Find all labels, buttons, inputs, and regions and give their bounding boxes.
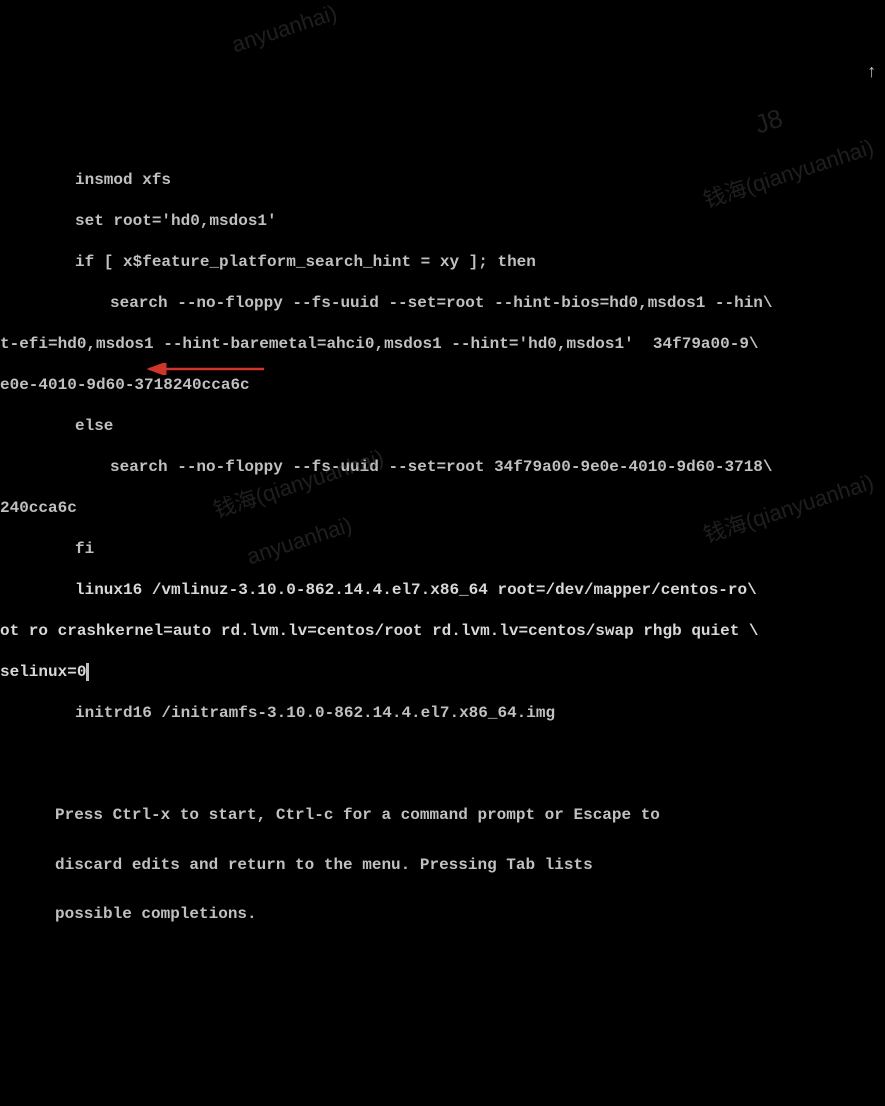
cursor xyxy=(86,663,89,681)
boot-line: t-efi=hd0,msdos1 --hint-baremetal=ahci0,… xyxy=(0,334,885,354)
boot-line-linux-cont: ot ro crashkernel=auto rd.lvm.lv=centos/… xyxy=(0,621,885,641)
boot-line: e0e-4010-9d60-3718240cca6c xyxy=(0,375,885,395)
grub-editor[interactable]: insmod xfs set root='hd0,msdos1' if [ x$… xyxy=(0,150,885,973)
watermark: J8 xyxy=(751,102,787,142)
watermark: anyuanhai) xyxy=(228,0,340,59)
scroll-up-indicator: ↑ xyxy=(866,62,877,85)
boot-line: search --no-floppy --fs-uuid --set=root … xyxy=(0,457,885,477)
boot-line: set root='hd0,msdos1' xyxy=(0,211,885,231)
boot-line-linux: linux16 /vmlinuz-3.10.0-862.14.4.el7.x86… xyxy=(0,580,885,600)
boot-line: insmod xfs xyxy=(0,170,885,190)
boot-line: if [ x$feature_platform_search_hint = xy… xyxy=(0,252,885,272)
boot-line: 240cca6c xyxy=(0,498,885,518)
help-text: Press Ctrl-x to start, Ctrl-c for a comm… xyxy=(0,743,885,952)
boot-line-initrd: initrd16 /initramfs-3.10.0-862.14.4.el7.… xyxy=(0,703,885,723)
boot-line: search --no-floppy --fs-uuid --set=root … xyxy=(0,293,885,313)
boot-line: fi xyxy=(0,539,885,559)
boot-line: else xyxy=(0,416,885,436)
boot-line-selinux: selinux=0 xyxy=(0,662,885,682)
